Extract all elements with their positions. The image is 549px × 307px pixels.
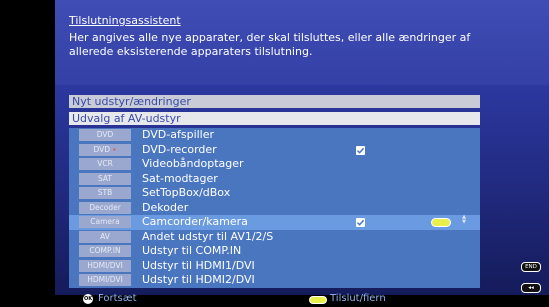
device-row[interactable]: Camera Camcorder/kamera ▲ ▼ xyxy=(69,215,480,230)
device-tag: STB xyxy=(79,187,131,199)
device-tag: Decoder xyxy=(79,201,131,214)
device-tag-text: HDMI/DVI xyxy=(87,260,123,270)
up-down-arrows-icon: ▲ ▼ xyxy=(462,214,466,225)
device-row[interactable]: Decoder Dekoder xyxy=(69,200,480,215)
device-label: DVD-afspiller xyxy=(142,128,215,141)
device-label: Andet udstyr til AV1/2/S xyxy=(142,229,274,243)
device-label: DVD-recorder xyxy=(142,142,217,156)
device-list: DVD DVD-afspiller DVD • DVD-recorder VCR Vide… xyxy=(69,128,480,288)
rewind-button[interactable]: ◂◂ xyxy=(521,283,541,293)
av-selection-bar[interactable]: Udvalg af AV-udstyr xyxy=(69,112,480,125)
device-tag-text: STB xyxy=(97,188,113,197)
device-label: Sat-modtager xyxy=(142,171,218,185)
device-tag-text: COMP.IN xyxy=(89,246,121,255)
device-row[interactable]: DVD • DVD-recorder xyxy=(69,142,480,157)
device-row[interactable]: SAT Sat-modtager xyxy=(69,171,480,186)
device-label: Videobåndoptager xyxy=(142,157,244,170)
new-equipment-bar[interactable]: Nyt udstyr/ændringer xyxy=(69,95,480,108)
device-tag: HDMI/DVI xyxy=(79,274,131,286)
page-title: Tilslutningsassistent xyxy=(69,14,181,27)
device-tag: HDMI/DVI xyxy=(79,259,131,272)
yellow-button-icon xyxy=(310,297,326,303)
device-row[interactable]: VCR Videobåndoptager xyxy=(69,157,480,172)
device-row[interactable]: HDMI/DVI Udstyr til HDMI2/DVI xyxy=(69,273,480,288)
device-tag: AV xyxy=(79,230,131,243)
device-tag-text: SAT xyxy=(97,173,113,183)
checkmark-icon[interactable] xyxy=(356,218,365,227)
device-row[interactable]: AV Andet udstyr til AV1/2/S xyxy=(69,229,480,244)
checkmark-icon[interactable] xyxy=(356,145,365,155)
device-tag-text: DVD xyxy=(93,144,111,154)
device-tag: COMP.IN xyxy=(79,245,131,257)
ok-icon: OK xyxy=(83,294,93,304)
device-tag-text: DVD xyxy=(96,130,114,139)
device-label: Dekoder xyxy=(142,200,189,214)
yellow-key-icon xyxy=(432,219,450,226)
device-row[interactable]: HDMI/DVI Udstyr til HDMI1/DVI xyxy=(69,258,480,273)
device-label: Udstyr til HDMI2/DVI xyxy=(142,273,255,286)
device-tag-text: AV xyxy=(100,231,110,241)
connect-label[interactable]: Tilslut/fiern xyxy=(330,293,386,304)
device-row[interactable]: DVD DVD-afspiller xyxy=(69,128,480,143)
device-row[interactable]: COMP.IN Udstyr til COMP.IN xyxy=(69,244,480,259)
continue-label[interactable]: Fortsæt xyxy=(98,293,137,304)
device-tag: SAT xyxy=(79,172,131,185)
recording-dot: • xyxy=(112,145,117,154)
device-label: Camcorder/kamera xyxy=(142,215,248,228)
device-tag: VCR xyxy=(79,158,131,170)
device-label: SetTopBox/dBox xyxy=(142,186,231,199)
tv-screen: Tilslutningsassistent Her angives alle n… xyxy=(0,0,549,307)
device-tag-text: Camera xyxy=(90,217,120,226)
device-tag: Camera xyxy=(79,216,131,228)
device-label: Udstyr til HDMI1/DVI xyxy=(142,258,255,272)
device-tag: DVD • xyxy=(79,143,131,156)
device-row[interactable]: STB SetTopBox/dBox xyxy=(69,186,480,201)
device-tag-text: Decoder xyxy=(89,202,121,212)
device-tag-text: VCR xyxy=(97,159,113,168)
device-label: Udstyr til COMP.IN xyxy=(142,244,242,257)
device-tag: DVD xyxy=(79,129,131,141)
page-description: Her angives alle nye apparater, der skal… xyxy=(69,31,471,58)
device-tag-text: HDMI/DVI xyxy=(87,275,123,284)
end-button[interactable]: END xyxy=(521,262,541,272)
